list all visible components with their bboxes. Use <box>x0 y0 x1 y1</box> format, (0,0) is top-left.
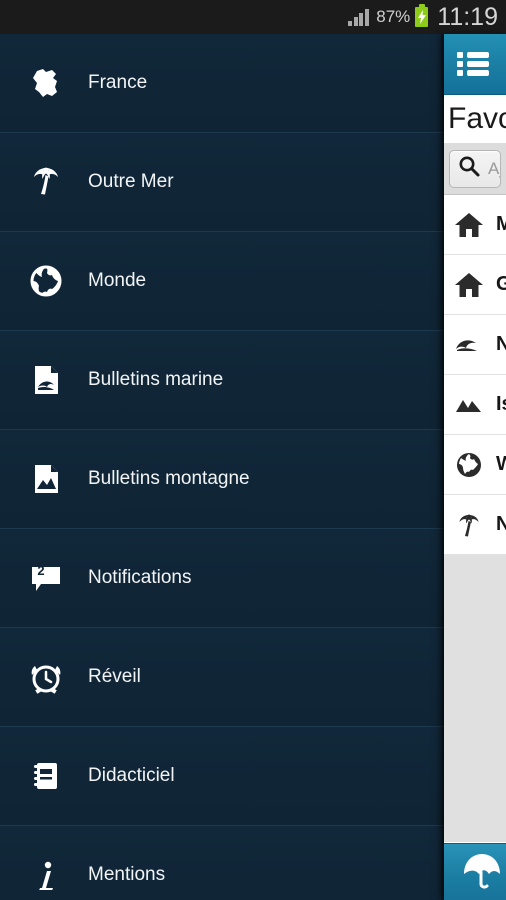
drawer-item-label: Bulletins marine <box>88 369 224 390</box>
list-item[interactable]: World <box>444 435 506 495</box>
home-icon <box>452 208 486 242</box>
drawer-item-monde[interactable]: Monde <box>0 232 446 331</box>
clock-label: 11:19 <box>437 2 498 31</box>
list-item-label: World <box>496 453 506 475</box>
mountain-icon <box>452 388 486 422</box>
search-input[interactable]: Ajouter une ville <box>449 149 501 188</box>
drawer-item-label: Didacticiel <box>88 765 175 786</box>
home-icon <box>452 268 486 302</box>
drawer-item-label: France <box>88 72 148 93</box>
list-menu-icon[interactable] <box>447 40 501 88</box>
battery-percent-label: 87% <box>376 7 411 26</box>
favorites-panel: Favoris Ajouter une ville <box>444 34 506 900</box>
list-item-label: Maison <box>496 213 506 235</box>
drawer-item-reveil[interactable]: Réveil <box>0 628 446 727</box>
battery-charging-icon <box>415 4 429 27</box>
notebook-icon <box>24 754 68 798</box>
drawer-item-mentions[interactable]: Mentions <box>0 826 446 900</box>
list-item-label: Isola 2000 <box>496 393 506 415</box>
drawer-item-france[interactable]: France <box>0 34 446 133</box>
notifications-badge-count: 2 <box>37 563 45 578</box>
drawer-item-notifications[interactable]: 2 Notifications <box>0 529 446 628</box>
globe-icon <box>24 259 68 303</box>
list-item[interactable]: Isola 2000 <box>444 375 506 435</box>
alarm-clock-icon <box>24 655 68 699</box>
signal-bars-icon <box>348 8 370 26</box>
document-mountain-icon <box>24 457 68 501</box>
search-icon <box>457 154 481 183</box>
drawer-item-label: Bulletins montagne <box>88 468 250 489</box>
drawer-item-label: Notifications <box>88 567 192 588</box>
wave-icon <box>452 328 486 362</box>
info-icon <box>24 853 68 897</box>
drawer-item-bulletins-marine[interactable]: Bulletins marine <box>0 331 446 430</box>
favorites-list: Maison Grenoble Nice <box>444 195 506 555</box>
drawer-item-label: Réveil <box>88 666 141 687</box>
drawer-item-label: Monde <box>88 270 147 291</box>
document-wave-icon <box>24 358 68 402</box>
speech-bubble-icon: 2 <box>24 556 68 600</box>
list-item-label: Nice <box>496 333 506 355</box>
drawer-item-label: Outre Mer <box>88 171 174 192</box>
list-item-label: Nouméa <box>496 513 506 535</box>
navigation-drawer: France Outre Mer Monde Bulletins marine … <box>0 34 446 900</box>
page-title: Favoris <box>444 95 506 143</box>
empty-list-area <box>444 555 506 842</box>
drawer-item-outre-mer[interactable]: Outre Mer <box>0 133 446 232</box>
drawer-item-didacticiel[interactable]: Didacticiel <box>0 727 446 826</box>
list-item[interactable]: Nice <box>444 315 506 375</box>
list-item[interactable]: Nouméa <box>444 495 506 555</box>
palm-tree-icon <box>452 508 486 542</box>
palm-tree-icon <box>24 160 68 204</box>
panel-action-bar <box>444 34 506 95</box>
drawer-item-label: Mentions <box>88 864 166 885</box>
search-placeholder: Ajouter une ville <box>488 158 500 178</box>
status-bar: 87% 11:19 <box>0 0 506 34</box>
france-map-icon <box>24 61 68 105</box>
list-item[interactable]: Maison <box>444 195 506 255</box>
list-item-label: Grenoble <box>496 273 506 295</box>
search-bar: Ajouter une ville <box>444 143 506 195</box>
phone-screen: 87% 11:19 France Outre Mer Monde Bulleti… <box>0 0 506 900</box>
list-item[interactable]: Grenoble <box>444 255 506 315</box>
umbrella-icon[interactable] <box>460 848 504 897</box>
drawer-item-bulletins-montagne[interactable]: Bulletins montagne <box>0 430 446 529</box>
bottom-action-bar <box>444 843 506 900</box>
globe-icon <box>452 448 486 482</box>
